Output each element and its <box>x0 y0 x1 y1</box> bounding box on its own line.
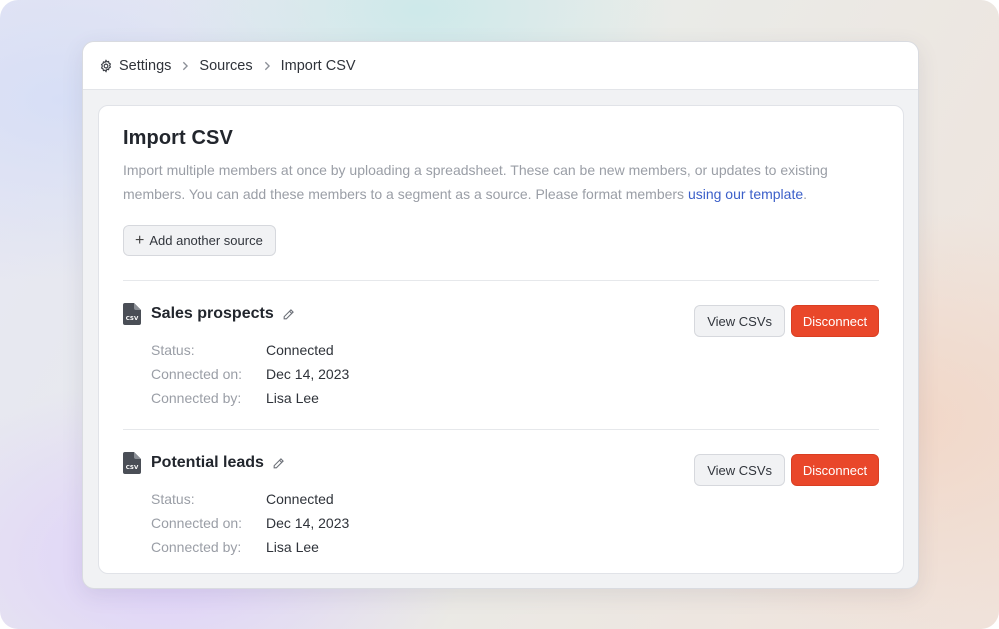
csv-file-icon: CSV <box>123 303 141 325</box>
source-details: Status: Connected Connected on: Dec 14, … <box>151 487 349 559</box>
page-description: Import multiple members at once by uploa… <box>123 158 843 206</box>
source-header: CSV Potential leads <box>123 452 285 474</box>
source-name: Sales prospects <box>151 305 274 322</box>
svg-text:CSV: CSV <box>126 316 139 322</box>
pencil-icon[interactable] <box>272 457 285 470</box>
plus-icon: + <box>135 231 145 249</box>
add-source-label: Add another source <box>149 233 263 248</box>
status-label: Status: <box>151 342 195 358</box>
view-csvs-button[interactable]: View CSVs <box>694 454 785 486</box>
status-label: Status: <box>151 491 195 507</box>
connected-on-label: Connected on: <box>151 515 243 531</box>
source-header: CSV Sales prospects <box>123 303 295 325</box>
connected-by-label: Connected by: <box>151 390 242 406</box>
connected-on-value: Dec 14, 2023 <box>266 366 350 382</box>
template-link[interactable]: using our template <box>688 186 803 202</box>
breadcrumb-settings[interactable]: Settings <box>99 58 171 74</box>
connected-on-label: Connected on: <box>151 366 243 382</box>
breadcrumb-label: Settings <box>119 57 172 74</box>
import-csv-card: Import CSV Import multiple members at on… <box>98 105 904 574</box>
breadcrumb-label: Sources <box>199 57 253 74</box>
disconnect-button[interactable]: Disconnect <box>791 454 879 486</box>
breadcrumb-label: Import CSV <box>280 57 356 74</box>
app-window: Settings Sources Import CSV Import CSV I… <box>82 41 919 589</box>
svg-text:CSV: CSV <box>126 465 139 471</box>
connected-by-row: Connected by: Lisa Lee <box>151 386 349 410</box>
breadcrumb-import-csv[interactable]: Import CSV <box>281 58 356 74</box>
status-value: Connected <box>266 342 334 358</box>
view-csvs-button[interactable]: View CSVs <box>694 305 785 337</box>
breadcrumb: Settings Sources Import CSV <box>83 42 918 90</box>
status-row: Status: Connected <box>151 487 349 511</box>
connected-by-value: Lisa Lee <box>266 390 319 406</box>
connected-by-label: Connected by: <box>151 539 242 555</box>
connected-on-row: Connected on: Dec 14, 2023 <box>151 511 349 535</box>
source-actions: View CSVs Disconnect <box>694 305 879 337</box>
disconnect-button[interactable]: Disconnect <box>791 305 879 337</box>
pencil-icon[interactable] <box>282 308 295 321</box>
source-details: Status: Connected Connected on: Dec 14, … <box>151 338 349 410</box>
source-item: CSV Potential leads Status: Connected Co… <box>123 430 879 578</box>
connected-by-row: Connected by: Lisa Lee <box>151 535 349 559</box>
source-actions: View CSVs Disconnect <box>694 454 879 486</box>
gear-icon <box>99 58 113 73</box>
status-value: Connected <box>266 491 334 507</box>
source-item: CSV Sales prospects Status: Connected Co… <box>123 281 879 429</box>
description-end: . <box>803 186 808 202</box>
add-source-button[interactable]: + Add another source <box>123 225 276 256</box>
status-row: Status: Connected <box>151 338 349 362</box>
connected-on-value: Dec 14, 2023 <box>266 515 350 531</box>
breadcrumb-sources[interactable]: Sources <box>199 58 252 74</box>
chevron-right-icon <box>181 61 189 71</box>
connected-by-value: Lisa Lee <box>266 539 319 555</box>
connected-on-row: Connected on: Dec 14, 2023 <box>151 362 349 386</box>
source-name: Potential leads <box>151 454 264 471</box>
page-title: Import CSV <box>123 127 233 149</box>
csv-file-icon: CSV <box>123 452 141 474</box>
chevron-right-icon <box>263 61 271 71</box>
